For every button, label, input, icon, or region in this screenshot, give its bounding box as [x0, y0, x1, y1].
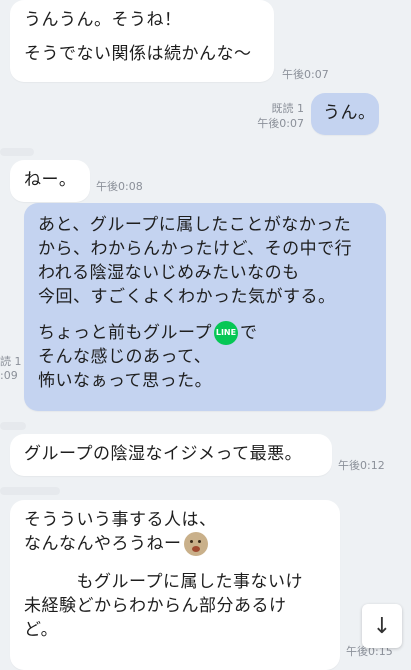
message-text: もグループに属した事ないけ: [24, 572, 303, 592]
message-time: 午後0:12: [338, 459, 385, 472]
message-text: ねー。: [24, 170, 77, 190]
avatar-placeholder: [0, 422, 26, 430]
message-text: そうういう事する人は、: [24, 510, 217, 530]
message-text: われる陰湿ないじめみたいなのも: [38, 263, 300, 283]
line-logo-icon: LINE: [213, 321, 238, 345]
avatar-placeholder: [0, 148, 34, 156]
message-text: ど。: [24, 620, 59, 640]
message-time: 午後0:08: [96, 180, 143, 193]
message-text: [24, 32, 260, 42]
message-time: :09: [0, 369, 18, 382]
message-bubble-6[interactable]: そうういう事する人は、 なんなんやろうねー もグループに属した事ないけ 未経験ど…: [10, 500, 340, 670]
avatar-placeholder: [0, 487, 60, 495]
message-bubble-2[interactable]: うん。: [311, 93, 379, 135]
message-text: なんなんやろうねー: [24, 534, 182, 554]
message-text-with-emoji: なんなんやろうねー: [24, 532, 326, 556]
message-text: で: [239, 323, 258, 343]
arrow-down-icon: ↓: [372, 613, 392, 639]
message-text: ちょっと前もグループ: [38, 323, 212, 343]
message-text: から、わからんかったけど、その中で行: [38, 239, 353, 259]
message-bubble-3[interactable]: ねー。: [10, 160, 90, 202]
message-text: そうでない関係は続かんな〜: [24, 44, 252, 64]
read-receipt: 既読 1: [271, 102, 305, 115]
message-text: そんな感じのあって、: [38, 347, 212, 367]
scroll-to-bottom-button[interactable]: ↓: [362, 604, 402, 648]
read-receipt: 読 1: [0, 355, 22, 368]
message-text: 未経験どからわからん部分あるけ: [24, 596, 287, 616]
message-text: グループの陰湿なイジメって最悪。: [24, 444, 303, 464]
message-bubble-4[interactable]: あと、グループに属したことがなかった から、わからんかったけど、その中で行 われ…: [24, 203, 386, 411]
face-emoji-icon: [183, 532, 208, 556]
message-text: うん。: [323, 103, 376, 123]
message-text: [24, 556, 326, 570]
message-bubble-5[interactable]: グループの陰湿なイジメって最悪。: [10, 434, 332, 476]
message-text: 今回、すごくよくわかった気がする。: [38, 287, 336, 307]
message-text: 怖いなぁって思った。: [38, 371, 213, 391]
message-text: [38, 309, 372, 321]
message-time: 午後0:07: [257, 117, 304, 130]
message-text: あと、グループに属したことがなかった: [38, 215, 352, 235]
message-text-with-badge: ちょっと前もグループ LINE で: [38, 321, 372, 345]
message-time: 午後0:07: [282, 68, 329, 81]
message-text: うんうん。そうね！: [24, 10, 182, 30]
message-bubble-1[interactable]: うんうん。そうね！ そうでない関係は続かんな〜: [10, 0, 274, 82]
